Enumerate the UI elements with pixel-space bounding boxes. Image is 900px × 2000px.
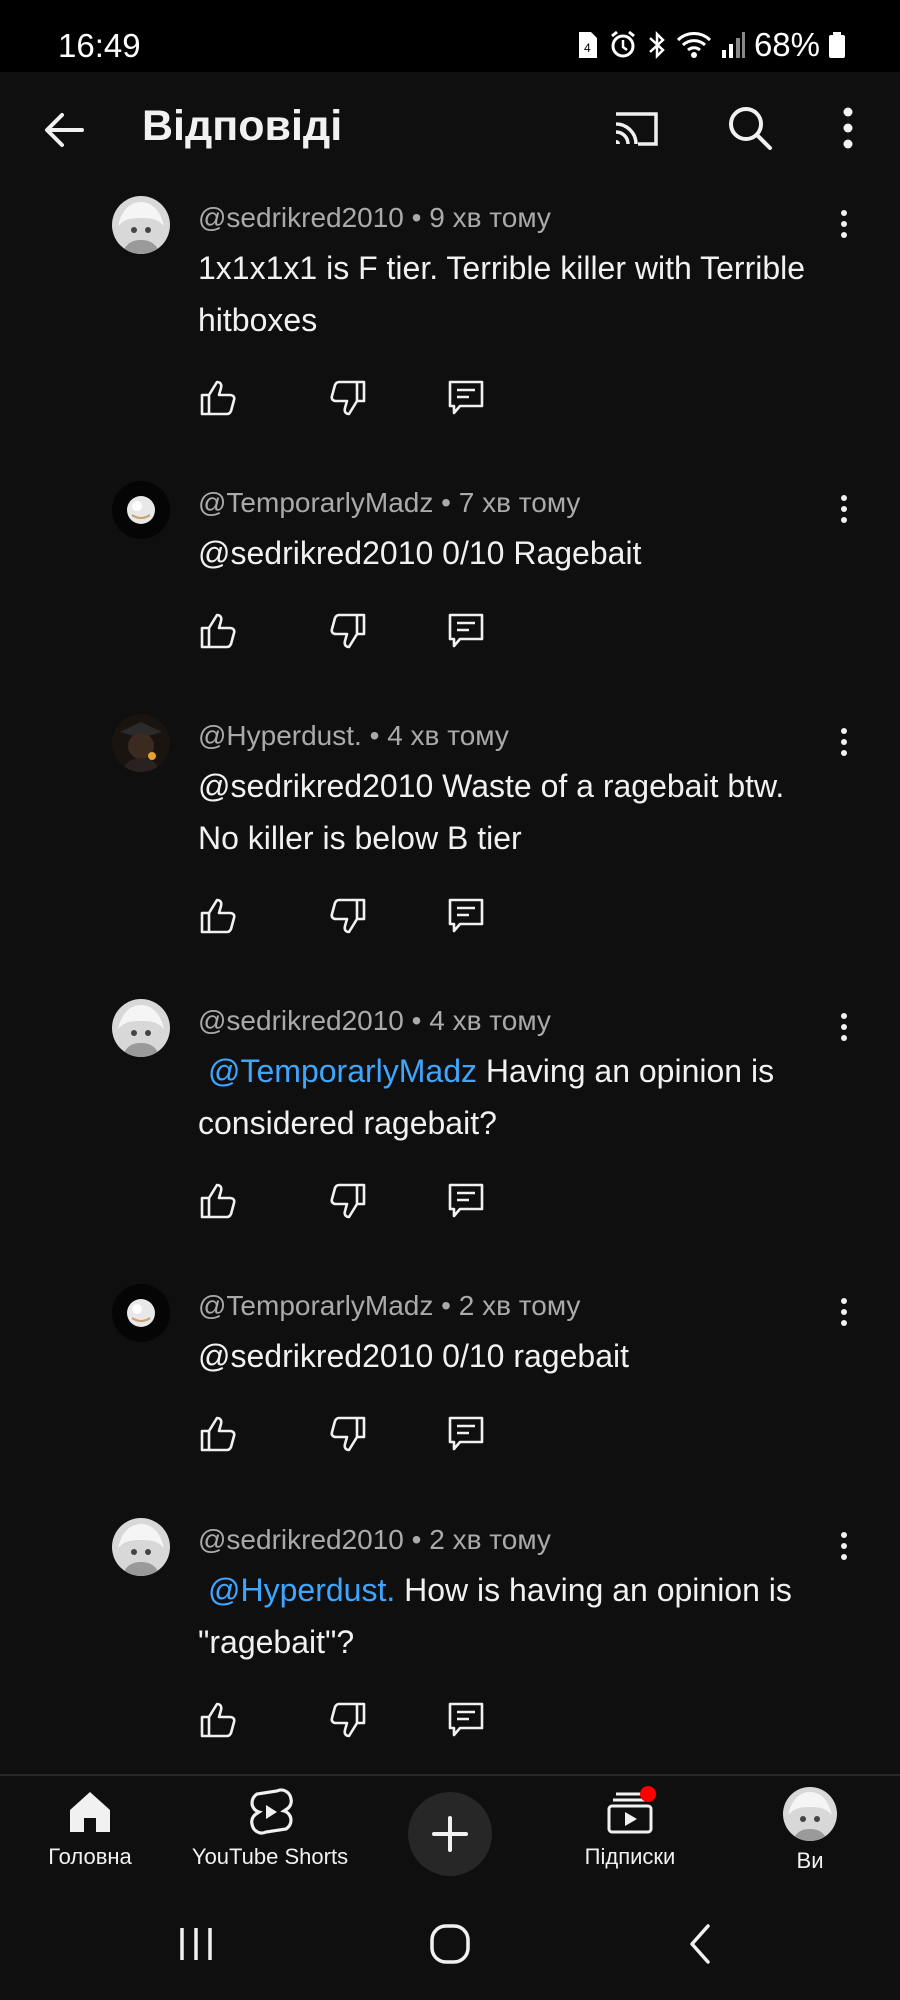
comment-meta: @TemporarlyMadz • 7 хв тому (198, 487, 581, 518)
thumbs-up-icon[interactable] (198, 1181, 238, 1221)
notification-dot (640, 1786, 656, 1802)
comment-meta: @sedrikred2010 • 4 хв тому (198, 1005, 551, 1036)
status-bar: 16:49 4 68% (0, 0, 900, 72)
comment-text: @sedrikred2010 0/10 ragebait (198, 1338, 629, 1374)
home-icon (70, 1792, 110, 1832)
svg-text:4: 4 (584, 41, 591, 55)
comment-author[interactable]: @sedrikred2010 (198, 1005, 404, 1036)
alarm-icon (611, 30, 635, 58)
app-header: Відповіді (0, 72, 900, 184)
more-vert-icon[interactable] (824, 489, 864, 529)
bottom-nav: Головна YouTube Shorts Підписки Ви (0, 1774, 900, 1892)
avatar[interactable] (112, 481, 170, 539)
more-vert-icon[interactable] (820, 100, 876, 156)
reply-icon[interactable] (446, 1181, 486, 1221)
comment-meta: @Hyperdust. • 4 хв тому (198, 720, 509, 751)
nav-label: YouTube Shorts (191, 1844, 349, 1869)
comment-text: @TemporarlyMadz Having an opinion is con… (198, 1053, 775, 1141)
signal-icon (721, 32, 745, 58)
more-vert-icon[interactable] (824, 1007, 864, 1047)
comment-time: 4 хв тому (387, 720, 509, 751)
back-arrow-icon[interactable] (36, 102, 92, 158)
thumbs-down-icon[interactable] (328, 378, 368, 418)
comment-author[interactable]: @Hyperdust. (198, 720, 362, 751)
comment-author[interactable]: @sedrikred2010 (198, 1524, 404, 1555)
comment-time: 9 хв тому (429, 202, 551, 233)
nav-item-home[interactable]: Головна (30, 1786, 150, 1870)
nav-label: Підписки (584, 1844, 676, 1869)
status-time: 16:49 (58, 27, 141, 64)
thumbs-up-icon[interactable] (198, 1700, 238, 1740)
nav-label: Ви (796, 1848, 824, 1873)
comment-meta: @sedrikred2010 • 9 хв тому (198, 202, 551, 233)
comment-author[interactable]: @TemporarlyMadz (198, 487, 433, 518)
comment-meta: @sedrikred2010 • 2 хв тому (198, 1524, 551, 1555)
recent-apps-icon[interactable] (172, 1920, 220, 1968)
comment-time: 7 хв тому (458, 487, 581, 518)
reply-icon[interactable] (446, 378, 486, 418)
reply-icon[interactable] (446, 1700, 486, 1740)
nav-item-shorts[interactable]: YouTube Shorts (180, 1786, 360, 1870)
comment-time: 4 хв тому (429, 1005, 551, 1036)
avatar[interactable] (112, 1518, 170, 1576)
wifi-icon (676, 32, 711, 58)
thumbs-up-icon[interactable] (198, 611, 238, 651)
nav-item-subscriptions[interactable]: Підписки (570, 1786, 690, 1870)
comment-text: @sedrikred2010 0/10 Ragebait (198, 535, 642, 571)
thumbs-down-icon[interactable] (328, 1700, 368, 1740)
more-vert-icon[interactable] (824, 204, 864, 244)
battery-percent: 68% (753, 26, 820, 63)
shorts-icon (250, 1788, 293, 1835)
comment-author[interactable]: @sedrikred2010 (198, 202, 404, 233)
thumbs-down-icon[interactable] (328, 611, 368, 651)
subscriptions-icon (607, 1786, 656, 1834)
create-plus-icon (432, 1816, 468, 1852)
avatar (783, 1787, 837, 1841)
reply-icon[interactable] (446, 896, 486, 936)
avatar[interactable] (112, 1284, 170, 1342)
comment-text: @Hyperdust. How is having an opinion is … (198, 1572, 792, 1660)
avatar[interactable] (112, 714, 170, 772)
thumbs-up-icon[interactable] (198, 896, 238, 936)
mention-link[interactable]: @TemporarlyMadz (198, 1053, 477, 1089)
comment-text: @sedrikred2010 Waste of a ragebait btw. … (198, 768, 785, 856)
status-icons: 4 68% (576, 26, 846, 64)
reply-icon[interactable] (446, 611, 486, 651)
thumbs-down-icon[interactable] (328, 1414, 368, 1454)
system-nav-bar (0, 1890, 900, 2000)
reply-icon[interactable] (446, 1414, 486, 1454)
comment-time: 2 хв тому (429, 1524, 551, 1555)
comment-meta: @TemporarlyMadz • 2 хв тому (198, 1290, 581, 1321)
create-button[interactable] (408, 1792, 492, 1876)
bluetooth-icon (649, 30, 665, 60)
comment-author[interactable]: @TemporarlyMadz (198, 1290, 433, 1321)
search-icon[interactable] (722, 100, 778, 156)
back-nav-icon[interactable] (678, 1920, 726, 1968)
thumbs-down-icon[interactable] (328, 1181, 368, 1221)
more-vert-icon[interactable] (824, 722, 864, 762)
nav-item-you[interactable]: Ви (750, 1786, 870, 1874)
page-title: Відповіді (142, 102, 343, 150)
thumbs-up-icon[interactable] (198, 378, 238, 418)
avatar[interactable] (112, 196, 170, 254)
sim-icon: 4 (578, 32, 597, 58)
nav-label: Головна (48, 1844, 132, 1869)
thumbs-down-icon[interactable] (328, 896, 368, 936)
thumbs-up-icon[interactable] (198, 1414, 238, 1454)
cast-icon[interactable] (608, 100, 664, 156)
battery-icon (829, 32, 845, 58)
avatar[interactable] (112, 999, 170, 1057)
mention-link[interactable]: @Hyperdust. (198, 1572, 395, 1608)
comment-text: 1x1x1x1 is F tier. Terrible killer with … (198, 250, 806, 338)
home-button-icon[interactable] (424, 1920, 476, 1968)
more-vert-icon[interactable] (824, 1526, 864, 1566)
comment-time: 2 хв тому (458, 1290, 581, 1321)
more-vert-icon[interactable] (824, 1292, 864, 1332)
